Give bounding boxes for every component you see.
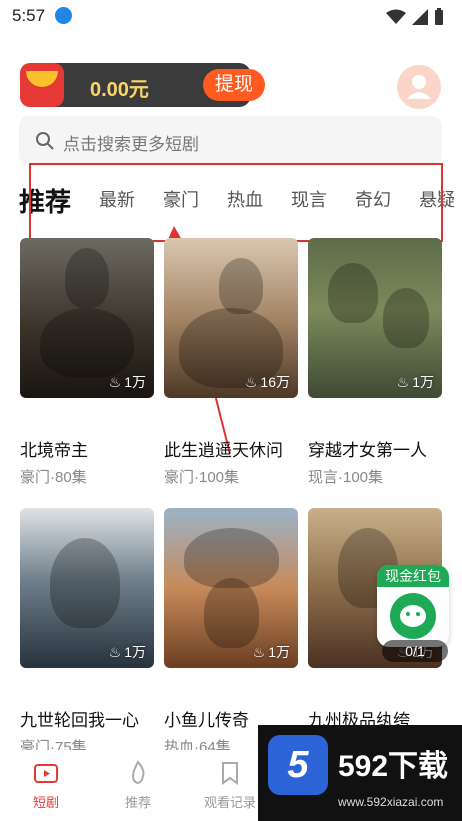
view-count: ♨1万 — [396, 373, 434, 391]
watermark: 5 592下载 www.592xiazai.com — [258, 725, 462, 821]
watermark-logo: 5 — [268, 735, 328, 795]
red-packet-label: 现金红包 — [377, 565, 449, 587]
signal-icon — [412, 9, 428, 25]
tv-icon — [34, 764, 58, 783]
drama-title: 北境帝主 — [20, 441, 88, 460]
view-count: ♨1万 — [108, 643, 146, 661]
view-count: ♨1万 — [252, 643, 290, 661]
status-bar: 5:57 — [0, 0, 462, 34]
drama-poster: ♨1万 — [308, 238, 442, 398]
view-count: ♨ 16万 — [244, 373, 290, 391]
fire-icon: ♨ — [108, 373, 122, 390]
wallet-bar[interactable]: 0.00元 提现 — [20, 63, 265, 107]
nav-label: 推荐 — [124, 795, 151, 810]
user-icon — [407, 75, 431, 99]
drama-poster: ♨1万 — [20, 238, 154, 398]
search-input[interactable]: 点击搜索更多短剧 — [19, 116, 442, 166]
drama-poster: ♨ 16万 — [164, 238, 298, 398]
drama-meta: 豪门·80集 — [20, 469, 87, 486]
avatar[interactable] — [397, 65, 441, 109]
fire-icon: ♨ — [108, 643, 122, 660]
drama-meta: 现言·100集 — [308, 469, 384, 486]
status-time: 5:57 — [12, 6, 46, 25]
wechat-icon — [390, 593, 436, 639]
withdraw-button[interactable]: 提现 — [203, 69, 265, 101]
watermark-brand: 592下载 — [338, 750, 449, 783]
fire-icon: ♨ — [252, 643, 266, 660]
wifi-icon — [386, 9, 406, 24]
download-icon — [55, 7, 72, 24]
fire-icon: ♨ — [396, 373, 410, 390]
nav-label: 观看记录 — [203, 795, 256, 810]
search-icon — [36, 132, 54, 150]
search-placeholder: 点击搜索更多短剧 — [63, 135, 199, 154]
drama-title: 此生逍遥天休问 — [164, 441, 283, 460]
watermark-url: www.592xiazai.com — [338, 795, 444, 809]
nav-label: 短剧 — [32, 795, 59, 810]
flame-icon — [131, 760, 145, 785]
red-packet-progress: 0/1 — [382, 640, 448, 662]
view-count: ♨1万 — [108, 373, 146, 391]
drama-meta: 豪门·100集 — [164, 469, 240, 486]
nav-recommend[interactable]: 推荐 — [98, 760, 178, 811]
drama-title: 穿越才女第一人 — [308, 441, 427, 460]
fire-icon: ♨ — [244, 373, 258, 390]
wallet-amount: 0.00元 — [90, 79, 149, 101]
drama-title: 小鱼儿传奇 — [164, 711, 249, 730]
cash-red-packet-button[interactable]: 现金红包 — [377, 565, 449, 647]
drama-poster: ♨1万 — [164, 508, 298, 668]
drama-title: 九世轮回我一心 — [20, 711, 139, 730]
red-envelope-icon — [20, 63, 64, 107]
nav-short-drama[interactable]: 短剧 — [6, 760, 86, 811]
bookmark-icon — [222, 762, 238, 785]
status-icons — [386, 8, 444, 26]
drama-poster: ♨1万 — [20, 508, 154, 668]
battery-icon — [435, 8, 443, 25]
